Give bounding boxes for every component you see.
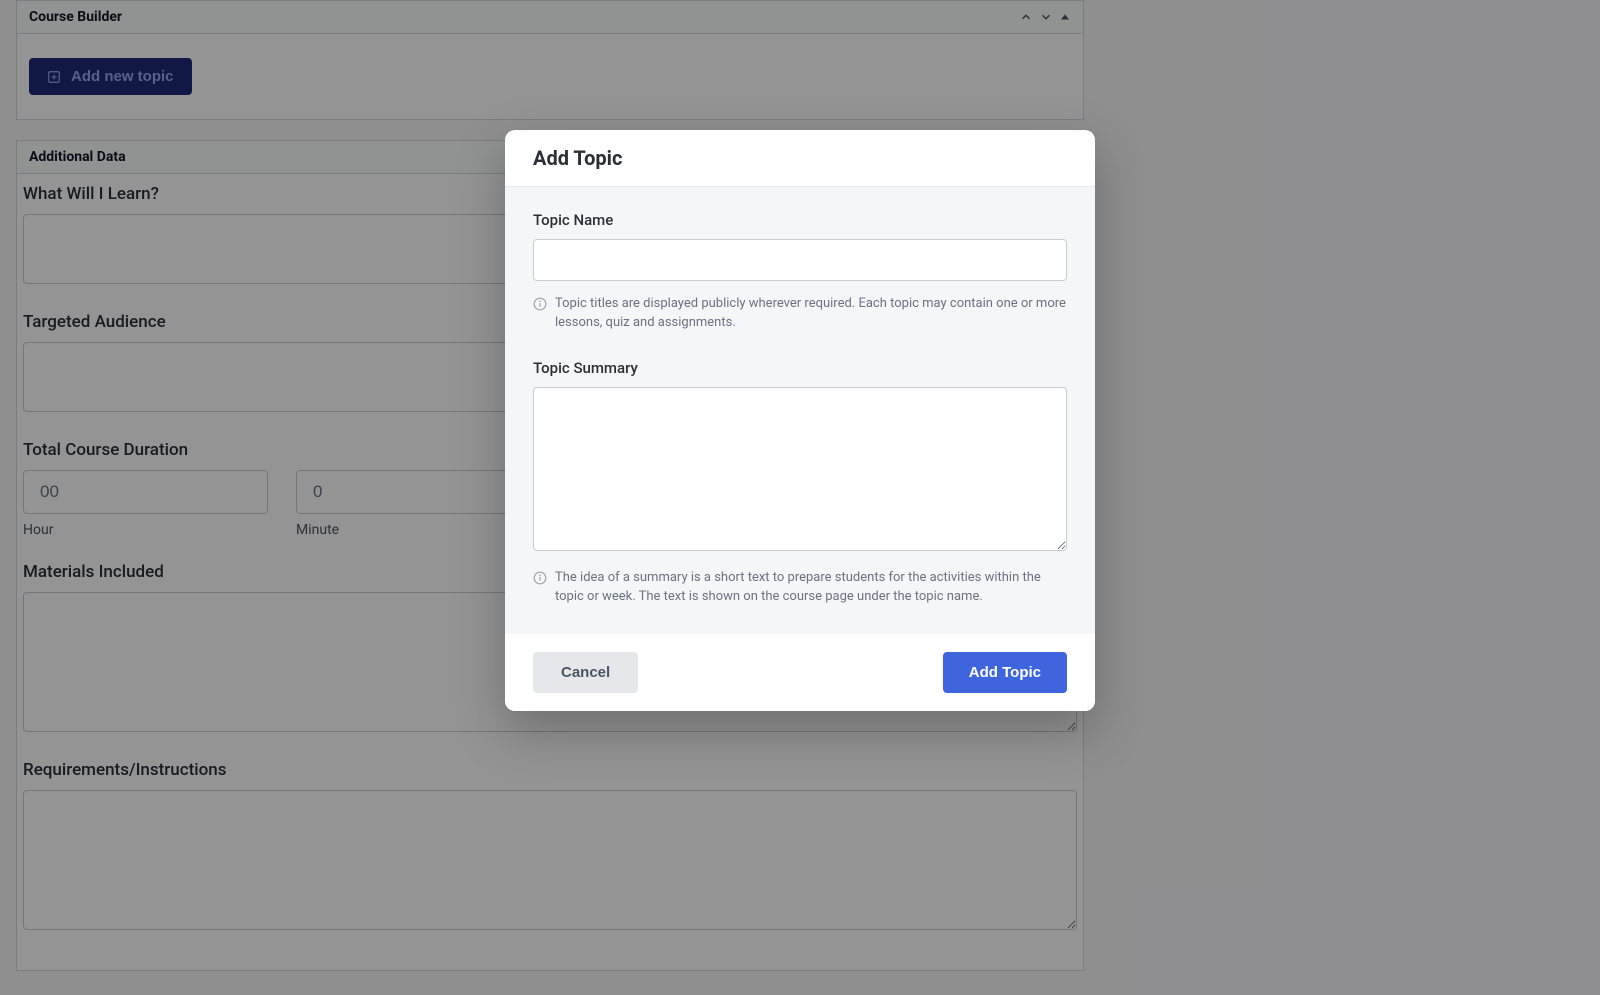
hint-text: The idea of a summary is a short text to… xyxy=(555,569,1067,607)
modal-title: Add Topic xyxy=(533,146,1067,170)
section-topic-name: Topic Name Topic titles are displayed pu… xyxy=(533,211,1067,333)
cancel-button[interactable]: Cancel xyxy=(533,652,638,693)
section-topic-summary: Topic Summary The idea of a summary is a… xyxy=(533,359,1067,607)
hint-text: Topic titles are displayed publicly wher… xyxy=(555,295,1067,333)
topic-summary-textarea[interactable] xyxy=(533,387,1067,551)
topic-name-hint: Topic titles are displayed publicly wher… xyxy=(533,295,1067,333)
modal-footer: Cancel Add Topic xyxy=(505,634,1095,711)
modal-overlay[interactable]: Add Topic Topic Name Topic titles are di… xyxy=(0,0,1600,995)
modal-header: Add Topic xyxy=(505,130,1095,187)
info-icon xyxy=(533,295,547,318)
add-topic-button[interactable]: Add Topic xyxy=(943,652,1067,693)
topic-name-input[interactable] xyxy=(533,239,1067,281)
topic-summary-label: Topic Summary xyxy=(533,359,1067,377)
modal-body: Topic Name Topic titles are displayed pu… xyxy=(505,187,1095,634)
topic-name-label: Topic Name xyxy=(533,211,1067,229)
topic-summary-hint: The idea of a summary is a short text to… xyxy=(533,569,1067,607)
info-icon xyxy=(533,569,547,592)
add-topic-modal: Add Topic Topic Name Topic titles are di… xyxy=(505,130,1095,711)
